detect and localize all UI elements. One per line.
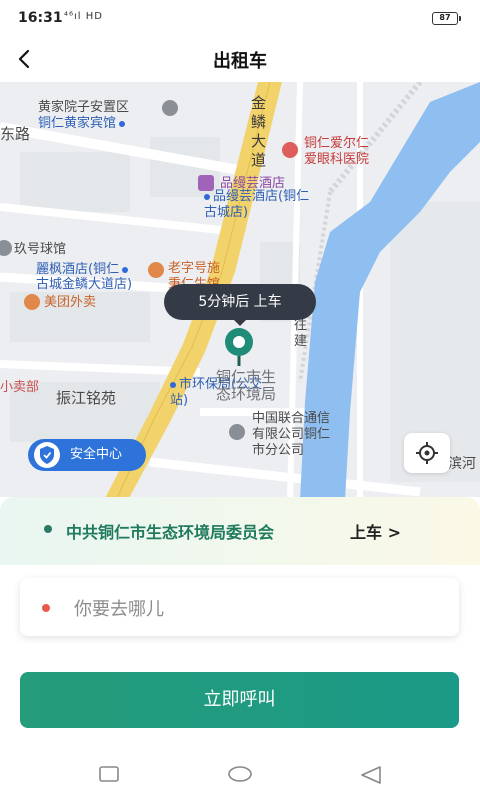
status-time: 16:31 [18, 10, 63, 26]
map-label-huangjia: 黄家院子安置区 [38, 100, 130, 115]
map-label-env-bureau-2: 态环境局 [216, 385, 277, 403]
pickup-location: 中共铜仁市生态环境局委员会 [66, 523, 275, 542]
recent-apps-icon[interactable] [99, 766, 119, 782]
map-label-billiards: 玖号球馆 [14, 242, 67, 257]
map-view[interactable]: 金鳞大道 东路 滨河 黄家院子安置区 铜仁黄家宾馆 铜仁爱尔仁 爱眼科医院 品缦… [0, 82, 480, 500]
home-icon[interactable] [228, 766, 252, 782]
map-label-lifeng-2: 古城金鳞大道店) [36, 277, 133, 292]
eta-bubble: 5分钟后 上车 [164, 284, 316, 326]
locate-button[interactable] [404, 433, 450, 473]
food-icon [148, 262, 164, 278]
status-bar: 16:31 ⁴⁶ıl HD 87 [0, 0, 480, 36]
food-icon [24, 294, 40, 310]
hospital-icon [282, 142, 298, 158]
map-label-unicom-3: 市分公司 [252, 443, 305, 458]
map-label-env-bureau-bus-2: 站) [170, 393, 189, 408]
pickup-card[interactable]: 中共铜仁市生态环境局委员会 上车 > [0, 497, 480, 565]
location-marker-icon [229, 424, 245, 440]
location-pin-icon [225, 328, 253, 366]
destination-input[interactable]: 你要去哪儿 [74, 595, 164, 621]
battery-icon: 87 [432, 12, 461, 25]
locate-icon [416, 442, 438, 464]
page-title: 出租车 [213, 51, 267, 72]
map-label-fragment-wang: 往 [294, 318, 308, 333]
system-nav-bar [0, 748, 480, 800]
map-road-label-east: 东路 [0, 125, 31, 143]
map-label-zhenjiang: 振江铭苑 [56, 389, 117, 407]
app-header: 出租车 [0, 36, 480, 82]
map-label-aier-1: 铜仁爱尔仁 [304, 136, 370, 151]
safety-center-label: 安全中心 [70, 447, 123, 462]
map-label-fragment-jian: 建 [294, 334, 308, 349]
map-road-label-jinlin: 金鳞大道 [251, 94, 267, 169]
map-label-xiaomaibu: 小卖部 [0, 380, 40, 395]
map-label-unicom-2: 有限公司铜仁 [252, 427, 331, 442]
map-label-meituan: 美团外卖 [44, 295, 97, 310]
building-icon [162, 100, 178, 116]
map-label-env-bureau-1: 铜仁市生 [216, 368, 277, 386]
map-label-aier-2: 爱眼科医院 [304, 152, 370, 167]
map-label-pinyuyun-branch-1: 品缦芸酒店(铜仁 [204, 189, 309, 205]
map-road-label-right: 滨河 [448, 456, 476, 472]
map-label-pinyuyun-branch-2: 古城店) [204, 205, 249, 220]
destination-field[interactable]: 你要去哪儿 [20, 578, 459, 636]
map-label-lifeng-1: 麗枫酒店(铜仁 [36, 262, 131, 278]
safety-center-button[interactable]: 安全中心 [28, 439, 146, 471]
shield-icon [34, 442, 60, 468]
map-label-unicom-1: 中国联合通信 [252, 411, 331, 426]
pickup-action[interactable]: 上车 > [350, 519, 401, 543]
destination-dot-icon [42, 604, 50, 612]
call-now-button[interactable]: 立即呼叫 [20, 672, 459, 728]
map-label-hotel-huangjia: 铜仁黄家宾馆 [38, 116, 128, 132]
map-label-laozihao-1: 老字号施 [168, 261, 221, 276]
network-indicator: ⁴⁶ıl HD [64, 11, 103, 22]
back-nav-icon[interactable] [360, 766, 382, 784]
pickup-dot-icon [44, 525, 52, 533]
